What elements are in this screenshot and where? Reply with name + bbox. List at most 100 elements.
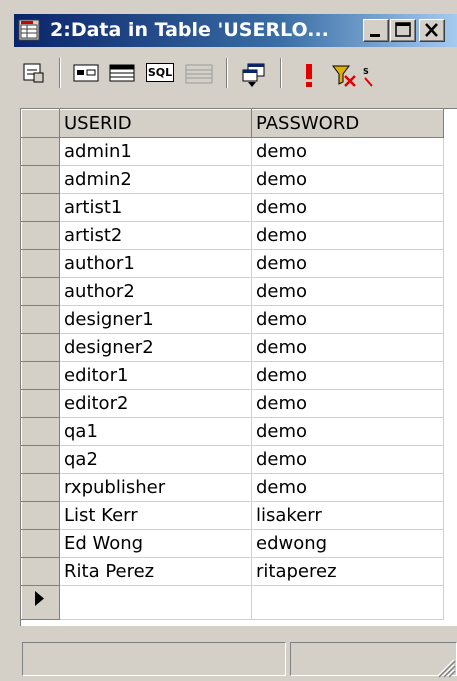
- cell-password[interactable]: demo: [251, 277, 444, 306]
- status-pane-secondary: [290, 642, 457, 676]
- cell-password[interactable]: edwong: [251, 529, 444, 558]
- row-selector[interactable]: [21, 165, 60, 194]
- maximize-button[interactable]: [390, 19, 416, 42]
- column-header-userid[interactable]: USERID: [59, 109, 252, 138]
- close-icon: [425, 23, 438, 37]
- table-row[interactable]: author2 demo: [21, 277, 444, 306]
- row-selector[interactable]: [21, 361, 60, 390]
- table-row[interactable]: admin2 demo: [21, 165, 444, 194]
- table-row[interactable]: editor1 demo: [21, 361, 444, 390]
- cell-password[interactable]: demo: [251, 445, 444, 474]
- minimize-button[interactable]: [363, 19, 389, 42]
- column-header-password[interactable]: PASSWORD: [251, 109, 444, 138]
- data-grid[interactable]: USERID PASSWORD admin1 demo admin2 demo ar…: [20, 108, 457, 626]
- cell-userid[interactable]: qa1: [59, 417, 252, 446]
- row-selector[interactable]: [21, 193, 60, 222]
- cell-userid[interactable]: Rita Perez: [59, 557, 252, 586]
- cell-userid[interactable]: editor1: [59, 361, 252, 390]
- row-selector[interactable]: [21, 473, 60, 502]
- toolbar-separator: [59, 58, 61, 88]
- cell-password[interactable]: demo: [251, 193, 444, 222]
- svg-text:S: S: [363, 67, 369, 76]
- row-selector[interactable]: [21, 445, 60, 474]
- table-row[interactable]: Rita Perez ritaperez: [21, 557, 444, 586]
- toolbar: SQL S: [14, 50, 457, 96]
- cell-userid[interactable]: designer1: [59, 305, 252, 334]
- row-selector[interactable]: [21, 277, 60, 306]
- maximize-icon: [395, 22, 411, 37]
- cell-userid[interactable]: admin2: [59, 165, 252, 194]
- row-selector[interactable]: [21, 305, 60, 334]
- cell-password[interactable]: ritaperez: [251, 557, 444, 586]
- row-selector[interactable]: [21, 501, 60, 530]
- row-selector[interactable]: [21, 529, 60, 558]
- row-selector[interactable]: [21, 557, 60, 586]
- sql-icon[interactable]: SQL: [146, 63, 174, 82]
- row-selector[interactable]: [21, 417, 60, 446]
- sql-overflow-icon[interactable]: S: [362, 62, 374, 88]
- status-bar: [14, 636, 457, 681]
- row-selector[interactable]: [21, 333, 60, 362]
- close-button[interactable]: [419, 19, 445, 42]
- table-row[interactable]: admin1 demo: [21, 137, 444, 166]
- grid-view-icon[interactable]: [108, 62, 136, 84]
- cell-password[interactable]: demo: [251, 305, 444, 334]
- table-row[interactable]: List Kerr lisakerr: [21, 501, 444, 530]
- window-title: 2:Data in Table 'USERLO...: [50, 19, 329, 41]
- cell-password[interactable]: demo: [251, 473, 444, 502]
- disabled-view-icon: [185, 64, 213, 84]
- table-row[interactable]: artist1 demo: [21, 193, 444, 222]
- row-selector[interactable]: [21, 585, 60, 620]
- table-row[interactable]: qa1 demo: [21, 417, 444, 446]
- table-row[interactable]: editor2 demo: [21, 389, 444, 418]
- cell-password[interactable]: demo: [251, 137, 444, 166]
- cell-userid[interactable]: qa2: [59, 445, 252, 474]
- form-view-icon[interactable]: [72, 62, 100, 84]
- cell-password[interactable]: demo: [251, 249, 444, 278]
- cell-userid[interactable]: author2: [59, 277, 252, 306]
- table-row[interactable]: qa2 demo: [21, 445, 444, 474]
- table-row[interactable]: designer2 demo: [21, 333, 444, 362]
- table-row[interactable]: Ed Wong edwong: [21, 529, 444, 558]
- title-bar[interactable]: 2:Data in Table 'USERLO...: [14, 14, 457, 47]
- cell-password[interactable]: demo: [251, 333, 444, 362]
- new-row[interactable]: [21, 585, 444, 620]
- toolbar-separator: [280, 58, 282, 88]
- cell-password[interactable]: demo: [251, 389, 444, 418]
- cell-password[interactable]: demo: [251, 417, 444, 446]
- table-row[interactable]: designer1 demo: [21, 305, 444, 334]
- insert-row-icon[interactable]: [240, 62, 268, 88]
- cell-password[interactable]: lisakerr: [251, 501, 444, 530]
- table-row[interactable]: artist2 demo: [21, 221, 444, 250]
- cell-userid[interactable]: editor2: [59, 389, 252, 418]
- row-selector[interactable]: [21, 389, 60, 418]
- resize-grip-icon[interactable]: [434, 656, 456, 678]
- cell-userid[interactable]: rxpublisher: [59, 473, 252, 502]
- cell-userid[interactable]: artist2: [59, 221, 252, 250]
- cell-userid[interactable]: admin1: [59, 137, 252, 166]
- cell-password[interactable]: demo: [251, 361, 444, 390]
- cell-password[interactable]: demo: [251, 165, 444, 194]
- cell-userid[interactable]: Ed Wong: [59, 529, 252, 558]
- cell-userid[interactable]: author1: [59, 249, 252, 278]
- cell-password-new[interactable]: [251, 585, 444, 620]
- data-table-window: 2:Data in Table 'USERLO... SQL S USERID …: [0, 0, 457, 681]
- row-selector[interactable]: [21, 249, 60, 278]
- cell-userid[interactable]: artist1: [59, 193, 252, 222]
- row-selector[interactable]: [21, 221, 60, 250]
- cell-userid[interactable]: List Kerr: [59, 501, 252, 530]
- table-row[interactable]: rxpublisher demo: [21, 473, 444, 502]
- properties-icon[interactable]: [22, 62, 46, 84]
- table-row[interactable]: author1 demo: [21, 249, 444, 278]
- row-selector[interactable]: [21, 137, 60, 166]
- filter-icon[interactable]: [330, 62, 358, 88]
- status-pane-main: [22, 642, 286, 676]
- row-selector-header[interactable]: [21, 109, 60, 138]
- cell-userid[interactable]: designer2: [59, 333, 252, 362]
- cell-userid-new[interactable]: [59, 585, 252, 620]
- current-row-arrow-icon: [35, 591, 44, 606]
- toolbar-separator: [226, 58, 228, 88]
- execute-icon[interactable]: [302, 62, 316, 88]
- header-row: USERID PASSWORD: [21, 109, 444, 138]
- cell-password[interactable]: demo: [251, 221, 444, 250]
